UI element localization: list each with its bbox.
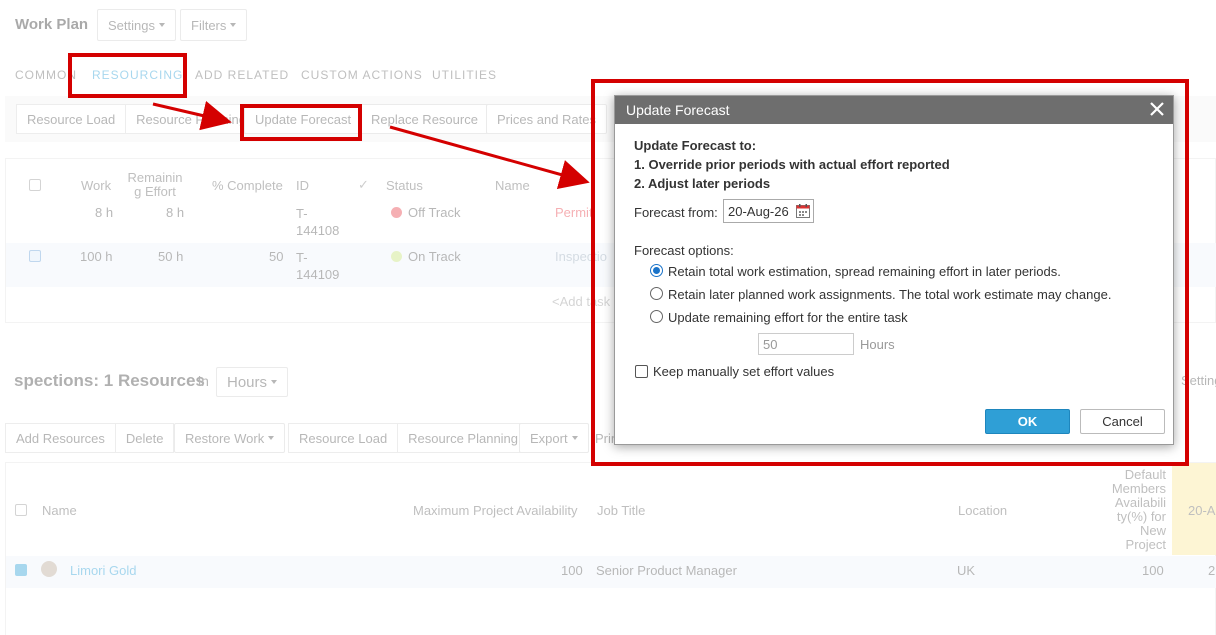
settings-label: Settings	[108, 17, 155, 33]
row2-checkbox[interactable]	[29, 250, 41, 262]
prices-and-rates-button[interactable]: Prices and Rates	[486, 104, 607, 134]
chevron-down-icon	[571, 436, 578, 440]
col-remaining-effort: Remainin g Effort	[127, 170, 183, 199]
row2-status: On Track	[408, 249, 461, 264]
row2-work: 100 h	[80, 249, 113, 264]
chevron-down-icon	[158, 23, 165, 27]
resource-max-availability: 100	[561, 563, 583, 578]
hours-input-value: 50	[763, 336, 778, 352]
tab-custom-actions[interactable]: CUSTOM ACTIONS	[301, 68, 423, 82]
option3-radio[interactable]	[650, 310, 663, 323]
col-status: Status	[386, 178, 423, 193]
chevron-down-icon	[230, 23, 237, 27]
resource-default-availability: 100	[1142, 563, 1164, 578]
option2-label[interactable]: Retain later planned work assignments. T…	[668, 287, 1111, 302]
option3-label[interactable]: Update remaining effort for the entire t…	[668, 310, 908, 325]
ok-button[interactable]: OK	[985, 409, 1070, 434]
row2-pct: 50	[269, 249, 284, 264]
dialog-titlebar: Update Forecast	[615, 96, 1173, 124]
restore-work-label: Restore Work	[185, 430, 265, 446]
row1-remaining: 8 h	[166, 205, 185, 220]
highlight-update-forecast	[240, 104, 362, 141]
forecast-from-field[interactable]: 20-Aug-26	[723, 199, 814, 223]
row1-name[interactable]: Permit	[555, 205, 593, 220]
resources-title-text: spections:	[14, 371, 100, 390]
option2-radio[interactable]	[650, 287, 663, 300]
delete-button[interactable]: Delete	[116, 424, 174, 452]
dialog-intro: Update Forecast to:	[634, 138, 757, 153]
replace-resource-button[interactable]: Replace Resource	[360, 104, 489, 134]
dialog-line2: 2. Adjust later periods	[634, 176, 771, 191]
col-default-availability: Default Members Availabili ty(%) for New…	[1111, 467, 1166, 552]
restore-work-dropdown[interactable]: Restore Work	[174, 423, 286, 453]
resource-location: UK	[957, 563, 976, 578]
forecast-options-label: Forecast options:	[634, 243, 734, 258]
col-max-availability: Maximum Project Availability	[413, 503, 578, 518]
export-label: Export	[530, 430, 568, 446]
resource-row-checkbox[interactable]	[15, 564, 27, 576]
col-work: Work	[81, 178, 112, 193]
filters-dropdown[interactable]: Filters	[180, 9, 248, 41]
select-all-checkbox[interactable]	[29, 179, 41, 191]
tab-add-related[interactable]: ADD RELATED	[195, 68, 289, 82]
resources-button-group: Add Resources Delete	[5, 423, 175, 453]
settings-dropdown[interactable]: Settings	[97, 9, 176, 41]
resource-load-button-2[interactable]: Resource Load	[289, 424, 399, 452]
add-resources-button[interactable]: Add Resources	[6, 424, 116, 452]
row2-remaining: 50 h	[158, 249, 184, 264]
resource-date-value: 2	[1208, 563, 1216, 578]
forecast-from-value: 20-Aug-26	[728, 203, 789, 219]
cancel-button[interactable]: Cancel	[1080, 409, 1165, 434]
resources-select-all-checkbox[interactable]	[15, 504, 27, 516]
avatar	[41, 561, 57, 577]
col-resource-name: Name	[42, 503, 77, 518]
resource-job-title: Senior Product Manager	[596, 563, 737, 578]
calendar-icon[interactable]	[796, 204, 810, 218]
dialog-title: Update Forecast	[626, 102, 730, 118]
dialog-line1: 1. Override prior periods with actual ef…	[634, 157, 950, 172]
unit-dropdown[interactable]: Hours	[216, 367, 289, 397]
col-pct-complete: % Complete	[212, 178, 283, 193]
col-name: Name	[495, 178, 530, 193]
forecast-from-label: Forecast from:	[634, 205, 718, 220]
update-forecast-dialog: Update Forecast Update Forecast to: 1. O…	[614, 95, 1174, 445]
resource-name[interactable]: Limori Gold	[70, 563, 136, 578]
col-date: 20-A	[1188, 503, 1216, 518]
resource-load-button[interactable]: Resource Load	[17, 105, 127, 133]
row2-id: T-144109	[296, 250, 340, 282]
row1-status: Off Track	[408, 205, 461, 220]
chevron-down-icon	[271, 380, 278, 384]
keep-manual-checkbox[interactable]	[635, 365, 648, 378]
page-title: Work Plan	[15, 16, 89, 33]
unit-label: Hours	[227, 373, 268, 391]
option1-radio[interactable]	[650, 264, 663, 277]
col-job-title: Job Title	[597, 503, 646, 518]
keep-manual-label[interactable]: Keep manually set effort values	[653, 364, 834, 379]
resources-title: spections: 1 Resources	[14, 371, 205, 391]
resources-count: 1 Resources	[103, 371, 205, 390]
option1-label[interactable]: Retain total work estimation, spread rem…	[668, 264, 1061, 279]
highlight-resourcing-tab	[68, 53, 187, 98]
export-dropdown[interactable]: Export	[519, 423, 589, 453]
in-label: in	[198, 373, 209, 389]
resource-planning-button-2[interactable]: Resource Planning	[398, 424, 528, 452]
hours-input[interactable]: 50	[758, 333, 854, 355]
resources-load-group: Resource Load Resource Planning	[288, 423, 530, 453]
tab-utilities[interactable]: UTILITIES	[432, 68, 497, 82]
row1-id: T-144108	[296, 206, 340, 238]
hours-unit: Hours	[860, 337, 895, 352]
check-icon: ✓	[358, 177, 369, 192]
col-location: Location	[958, 503, 1008, 518]
filters-label: Filters	[191, 17, 227, 33]
resource-button-group: Resource Load Resource Planning	[16, 104, 250, 134]
close-icon[interactable]	[1147, 99, 1167, 119]
resource-planning-button[interactable]: Resource Planning	[126, 105, 248, 133]
off-track-dot	[391, 207, 402, 218]
col-id: ID	[296, 178, 309, 193]
on-track-dot	[391, 251, 402, 262]
chevron-down-icon	[268, 436, 275, 440]
resources-table	[5, 462, 1216, 635]
row1-work: 8 h	[95, 205, 114, 220]
